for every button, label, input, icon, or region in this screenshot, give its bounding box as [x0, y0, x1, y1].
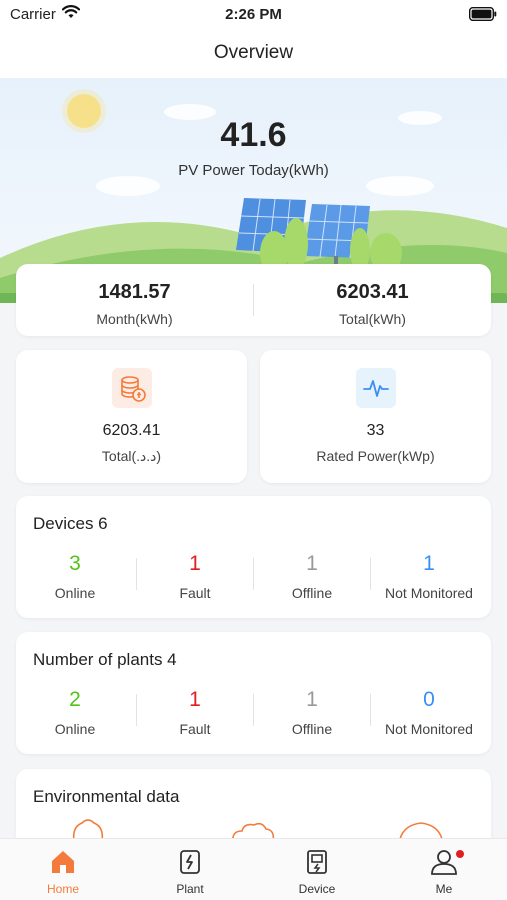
coins-icon — [112, 368, 152, 408]
month-energy: 1481.57 Month(kWh) — [16, 264, 253, 336]
devices-not-monitored[interactable]: 1 Not Monitored — [370, 552, 488, 601]
tab-plant[interactable]: Plant — [127, 839, 253, 900]
total-energy-label: Total(kWh) — [339, 311, 406, 327]
devices-fault[interactable]: 1 Fault — [136, 552, 254, 601]
plants-online-count: 2 — [69, 688, 81, 711]
plants-online[interactable]: 2 Online — [16, 688, 134, 737]
devices-offline-label: Offline — [291, 585, 333, 601]
person-icon — [431, 850, 457, 875]
total-income-card[interactable]: 6203.41 Total(.ﺩ.ﺩ) — [16, 350, 247, 483]
plants-fault-label: Fault — [179, 721, 211, 737]
plants-fault-count: 1 — [189, 688, 201, 711]
devices-heading: Devices 6 — [33, 514, 108, 533]
devices-offline[interactable]: 1 Offline — [253, 552, 371, 601]
energy-totals-card[interactable]: 1481.57 Month(kWh) 6203.41 Total(kWh) — [16, 264, 491, 336]
nav-bar: Overview — [0, 28, 507, 78]
plants-heading: Number of plants 4 — [33, 650, 177, 669]
status-bar: Carrier 2:26 PM — [0, 0, 507, 28]
plants-card[interactable]: Number of plants 4 2 Online 1 Fault 1 Of… — [16, 632, 491, 754]
notification-badge — [456, 850, 464, 858]
home-icon — [52, 851, 74, 873]
battery-icon — [469, 7, 497, 21]
tab-me[interactable]: Me — [381, 839, 507, 900]
tab-bar: Home Plant Device Me — [0, 838, 507, 900]
devices-not-monitored-count: 1 — [423, 552, 435, 575]
pulse-icon — [356, 368, 396, 408]
rated-power-label: Rated Power(kWp) — [316, 448, 435, 464]
page-title: Overview — [213, 42, 294, 63]
devices-online-label: Online — [54, 585, 96, 601]
plant-icon — [180, 850, 200, 874]
total-energy-value: 6203.41 — [336, 281, 409, 303]
device-icon — [307, 850, 327, 874]
tab-plant-label: Plant — [176, 882, 204, 896]
plants-fault[interactable]: 1 Fault — [136, 688, 254, 737]
rated-power-card[interactable]: 33 Rated Power(kWp) — [260, 350, 491, 483]
pv-power-today-label: PV Power Today(kWh) — [178, 162, 329, 179]
devices-fault-label: Fault — [179, 585, 211, 601]
plants-not-monitored[interactable]: 0 Not Monitored — [370, 688, 488, 737]
plants-not-monitored-count: 0 — [423, 688, 435, 711]
tab-device-label: Device — [298, 882, 336, 896]
total-energy: 6203.41 Total(kWh) — [254, 264, 491, 336]
plants-offline-count: 1 — [306, 688, 318, 711]
tab-home[interactable]: Home — [0, 839, 126, 900]
month-energy-value: 1481.57 — [98, 281, 171, 303]
devices-not-monitored-label: Not Monitored — [385, 585, 473, 601]
tab-device[interactable]: Device — [254, 839, 380, 900]
environmental-data-heading: Environmental data — [33, 787, 180, 806]
plants-online-label: Online — [54, 721, 96, 737]
pv-power-today-value: 41.6 — [220, 116, 287, 154]
total-income-value: 6203.41 — [102, 422, 161, 439]
plants-not-monitored-label: Not Monitored — [385, 721, 473, 737]
total-income-label: Total(.ﺩ.ﺩ) — [101, 448, 162, 464]
tab-me-label: Me — [435, 882, 453, 896]
devices-fault-count: 1 — [189, 552, 201, 575]
devices-online-count: 3 — [69, 552, 81, 575]
devices-online[interactable]: 3 Online — [16, 552, 134, 601]
devices-card[interactable]: Devices 6 3 Online 1 Fault 1 Offline 1 N… — [16, 496, 491, 618]
tab-home-label: Home — [46, 882, 79, 896]
clock: 2:26 PM — [225, 6, 282, 23]
month-energy-label: Month(kWh) — [96, 311, 173, 327]
devices-offline-count: 1 — [306, 552, 318, 575]
plants-offline[interactable]: 1 Offline — [253, 688, 371, 737]
rated-power-value: 33 — [366, 422, 385, 439]
plants-offline-label: Offline — [291, 721, 333, 737]
